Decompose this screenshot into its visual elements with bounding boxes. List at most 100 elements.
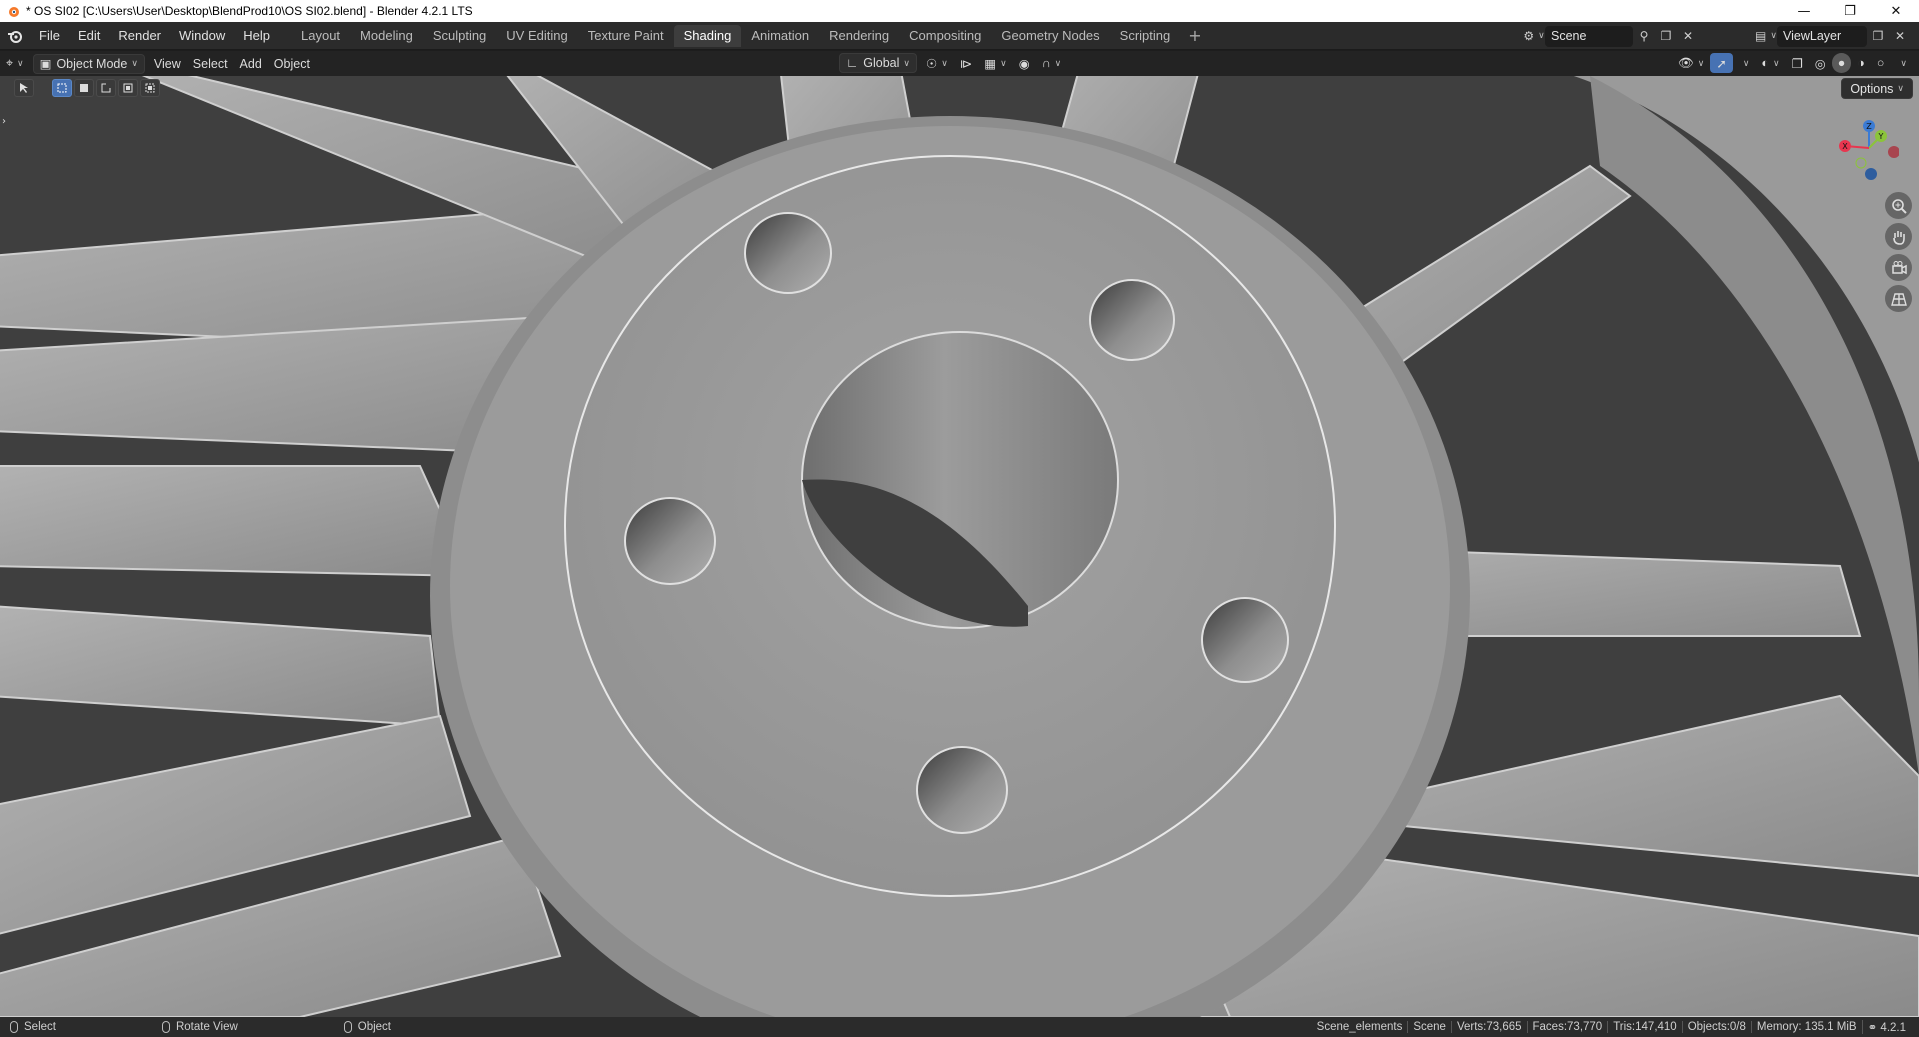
- tab-rendering[interactable]: Rendering: [819, 25, 899, 47]
- scene-name-field[interactable]: Scene: [1545, 25, 1633, 47]
- window-title: * OS SI02 [C:\Users\User\Desktop\BlendPr…: [26, 4, 473, 18]
- menu-render[interactable]: Render: [109, 22, 170, 50]
- zoom-icon[interactable]: [1885, 192, 1912, 219]
- stat-objects: Objects:0/8: [1681, 1021, 1751, 1033]
- menu-window[interactable]: Window: [170, 22, 234, 50]
- stat-verts: Verts:73,665: [1450, 1021, 1527, 1033]
- tab-modeling[interactable]: Modeling: [350, 25, 423, 47]
- view-layer-icon[interactable]: ▤ ∨: [1755, 26, 1777, 47]
- tab-sculpting[interactable]: Sculpting: [423, 25, 496, 47]
- select-mode-subtract-icon[interactable]: [96, 79, 116, 97]
- editor-type-icon[interactable]: ⌖ ∨: [0, 54, 30, 74]
- stat-faces: Faces:73,770: [1526, 1021, 1608, 1033]
- window-titlebar: * OS SI02 [C:\Users\User\Desktop\BlendPr…: [0, 0, 1919, 22]
- tab-texture-paint[interactable]: Texture Paint: [578, 25, 674, 47]
- menu-view[interactable]: View: [148, 54, 187, 74]
- version-label: 4.2.1: [1880, 1022, 1906, 1034]
- tab-shading[interactable]: Shading: [673, 24, 742, 47]
- neg-y-axis-icon[interactable]: [1855, 157, 1867, 169]
- menu-edit[interactable]: Edit: [69, 22, 109, 50]
- add-workspace-button[interactable]: +: [1180, 26, 1209, 45]
- new-view-layer-icon[interactable]: ❐: [1867, 26, 1889, 47]
- top-bar: File Edit Render Window Help Layout Mode…: [0, 22, 1919, 50]
- globe-icon: ⚭: [1867, 1022, 1881, 1034]
- status-hint-object: Object: [334, 1021, 391, 1033]
- camera-view-icon[interactable]: [1885, 254, 1912, 281]
- delete-scene-icon[interactable]: ✕: [1677, 26, 1699, 47]
- scene-statistics: Scene_elements Scene Verts:73,665 Faces:…: [1312, 1017, 1911, 1037]
- mode-dropdown[interactable]: ▣ Object Mode ∨: [32, 53, 145, 74]
- minimize-icon[interactable]: —: [1781, 0, 1827, 22]
- neg-x-axis-icon[interactable]: [1888, 146, 1899, 158]
- blender-logo-icon[interactable]: [0, 22, 30, 50]
- tab-uv-editing[interactable]: UV Editing: [496, 25, 577, 47]
- overlays-icon[interactable]: ◐ ∨: [1755, 53, 1785, 73]
- rendered-shading-icon[interactable]: ○: [1871, 53, 1891, 73]
- gizmo-toggle-icon[interactable]: ➚: [1710, 53, 1733, 73]
- workspace-tabs: Layout Modeling Sculpting UV Editing Tex…: [291, 22, 1210, 50]
- restore-icon[interactable]: ❐: [1827, 0, 1873, 22]
- menu-add[interactable]: Add: [234, 54, 268, 74]
- stat-scene: Scene: [1407, 1021, 1451, 1033]
- new-scene-icon[interactable]: ❐: [1655, 26, 1677, 47]
- solid-shading-icon[interactable]: ●: [1831, 53, 1852, 73]
- transform-orientation-dropdown[interactable]: ∟ Global ∨: [839, 53, 917, 73]
- x-axis-label: X: [1842, 142, 1848, 151]
- material-shading-icon[interactable]: ◑: [1851, 53, 1871, 73]
- close-icon[interactable]: ✕: [1873, 0, 1919, 22]
- status-hint-label: Rotate View: [175, 1021, 238, 1033]
- tab-animation[interactable]: Animation: [741, 25, 819, 47]
- stat-tris: Tris:147,410: [1607, 1021, 1682, 1033]
- view-layer-selector: ▤ ∨ ViewLayer ❐ ✕: [1755, 25, 1911, 47]
- select-mode-extend-icon[interactable]: [74, 79, 94, 97]
- stat-collection: Scene_elements: [1316, 1021, 1403, 1033]
- menu-select[interactable]: Select: [187, 54, 234, 74]
- tab-geometry-nodes[interactable]: Geometry Nodes: [991, 25, 1109, 47]
- orientation-icon: ∟: [846, 56, 859, 70]
- falloff-icon[interactable]: ∩ ∨: [1036, 53, 1068, 73]
- toolbar-expand-icon[interactable]: ›: [2, 116, 6, 127]
- options-dropdown[interactable]: Options ∨: [1841, 78, 1913, 99]
- wireframe-shading-icon[interactable]: ◎: [1809, 53, 1832, 73]
- y-axis-label: Y: [1878, 132, 1884, 141]
- select-mode-new-icon[interactable]: [52, 79, 72, 97]
- menu-help[interactable]: Help: [234, 22, 279, 50]
- 3d-viewport[interactable]: [0, 76, 1919, 1017]
- snap-target-icon[interactable]: ▦ ∨: [978, 53, 1012, 73]
- pan-hand-icon[interactable]: [1885, 223, 1912, 250]
- pin-icon[interactable]: ⚲: [1633, 26, 1655, 47]
- tool-settings-row: [0, 76, 160, 100]
- scene-icon[interactable]: ⚙ ∨: [1523, 26, 1545, 47]
- snap-icon[interactable]: ⧐: [954, 53, 979, 73]
- menu-object[interactable]: Object: [268, 54, 316, 74]
- mode-label: Object Mode: [56, 56, 128, 71]
- delete-view-layer-icon[interactable]: ✕: [1889, 26, 1911, 47]
- tab-compositing[interactable]: Compositing: [899, 25, 991, 47]
- select-mode-invert-icon[interactable]: [118, 79, 138, 97]
- perspective-grid-icon[interactable]: [1885, 285, 1912, 312]
- view-layer-field[interactable]: ViewLayer: [1777, 25, 1867, 47]
- status-hint-label: Object: [357, 1021, 392, 1033]
- shading-options-icon[interactable]: ∨: [1890, 53, 1913, 73]
- pivot-point-icon[interactable]: ☉ ∨: [920, 53, 954, 73]
- xray-icon[interactable]: ❐: [1786, 53, 1809, 73]
- orientation-label: Global: [863, 56, 900, 70]
- select-mode-intersect-icon[interactable]: [140, 79, 160, 97]
- proportional-edit-icon[interactable]: ◉: [1013, 53, 1036, 73]
- chevron-down-icon: ∨: [131, 58, 138, 68]
- menu-file[interactable]: File: [30, 22, 69, 50]
- wheel-model: [0, 76, 1919, 1017]
- navigation-gizmo[interactable]: Z Y X: [1819, 112, 1899, 192]
- neg-z-axis-icon[interactable]: [1865, 168, 1877, 180]
- mouse-left-icon: [10, 1021, 18, 1033]
- options-label: Options: [1850, 81, 1894, 96]
- tab-layout[interactable]: Layout: [291, 25, 350, 47]
- gizmo-options-icon[interactable]: ∨: [1733, 53, 1756, 73]
- viewport-header: ⌖ ∨ ▣ Object Mode ∨ View Select Add Objec…: [0, 51, 1919, 76]
- object-mode-icon: ▣: [39, 57, 52, 71]
- select-tool-icon[interactable]: [14, 79, 34, 97]
- tab-scripting[interactable]: Scripting: [1110, 25, 1181, 47]
- stat-version: ⚭ 4.2.1: [1861, 1020, 1911, 1034]
- visibility-icon[interactable]: 👁 ∨: [1672, 53, 1710, 73]
- mouse-right-icon: [343, 1021, 352, 1033]
